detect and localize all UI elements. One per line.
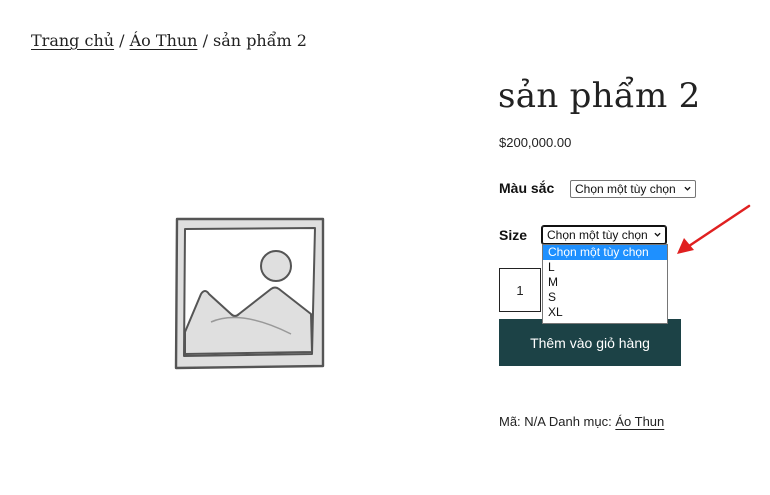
breadcrumb: Trang chủ / Áo Thun / sản phẩm 2 [31, 31, 307, 50]
size-option[interactable]: XL [543, 305, 667, 320]
breadcrumb-separator: / [114, 31, 130, 50]
arrow-annotation-icon [677, 204, 751, 254]
add-to-cart-button[interactable]: Thêm vào giỏ hàng [499, 319, 681, 366]
product-title: sản phẩm 2 [498, 76, 701, 116]
meta-category-link[interactable]: Áo Thun [615, 414, 664, 429]
size-select[interactable]: Chọn một tùy chọn [541, 225, 667, 245]
product-meta: Mã: N/A Danh mục: Áo Thun [499, 414, 664, 429]
breadcrumb-category-link[interactable]: Áo Thun [130, 31, 198, 50]
breadcrumb-home-link[interactable]: Trang chủ [31, 31, 114, 50]
color-select[interactable]: Chọn một tùy chọn [570, 180, 696, 198]
category-label: Danh mục: [545, 414, 616, 429]
breadcrumb-current: sản phẩm 2 [213, 31, 307, 50]
size-select-value: Chọn một tùy chọn [547, 228, 648, 242]
color-select-value: Chọn một tùy chọn [575, 182, 676, 196]
size-option[interactable]: S [543, 290, 667, 305]
size-label: Size [499, 227, 528, 243]
size-option[interactable]: M [543, 275, 667, 290]
quantity-input[interactable]: 1 [499, 268, 541, 312]
color-label: Màu sắc [499, 180, 555, 196]
image-placeholder-icon [171, 214, 327, 372]
sku-label: Mã: N/A [499, 414, 546, 429]
product-price: $200,000.00 [499, 135, 572, 150]
size-option[interactable]: Chọn một tùy chọn [543, 245, 667, 260]
size-dropdown-list: Chọn một tùy chọn L M S XL [542, 244, 668, 324]
chevron-down-icon [654, 232, 661, 237]
breadcrumb-separator: / [197, 31, 214, 50]
chevron-down-icon [684, 186, 691, 191]
size-option[interactable]: L [543, 260, 667, 275]
